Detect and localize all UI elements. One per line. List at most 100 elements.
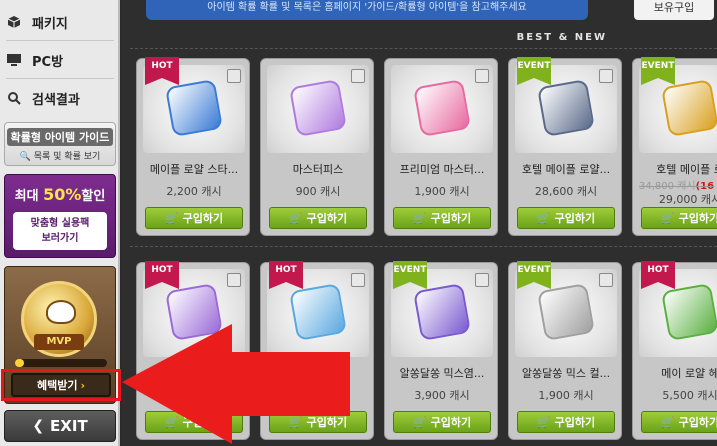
mvp-character (46, 300, 76, 324)
product-name[interactable]: 호텔 메이플 로얄... (515, 161, 617, 177)
product-card[interactable]: HOT 메이 로얄 헤 5,500 캐시 🛒 구입하기 (632, 261, 717, 440)
product-card[interactable]: EVENT 알쏭달쏭 믹스 컬... 1,900 캐시 🛒 구입하기 (508, 261, 622, 440)
box-icon (6, 14, 22, 30)
discount-headline: 최대 50%할인 (5, 185, 115, 204)
discount-percent: 50% (43, 185, 82, 204)
sidebar-item-label: 검색결과 (32, 92, 80, 108)
buy-label: 구입하기 (554, 212, 596, 225)
buy-button[interactable]: 🛒구입하기 (517, 207, 615, 229)
product-card[interactable]: EVENT 호텔 메이플 로얄... 28,600 캐시 🛒 구입하기 (508, 57, 622, 236)
select-checkbox[interactable] (475, 69, 489, 83)
cart-icon: 🛒 (536, 415, 551, 429)
sidebar-item-label: PC방 (32, 54, 64, 70)
product-name[interactable]: 메이플 로얄 스타... (143, 161, 245, 177)
guide-subtitle: 🔍 목록 및 확률 보기 (19, 152, 101, 162)
product-card[interactable]: HOT 메이플 로얄 스타... 2,200 캐시 🛒 구입하기 (136, 57, 250, 236)
product-card[interactable]: EVENT 알쏭달쏭 믹스염... 3,900 캐시 🛒 구입하기 (384, 261, 498, 440)
cash-shop-window: 패키지 PC방 검색결과 확률형 아이템 가이드 🔍 목록 및 확률 보기 최대… (0, 0, 717, 446)
product-art (413, 283, 471, 341)
cart-icon: 🛒 (164, 211, 179, 225)
product-card[interactable]: 마스터피스 900 캐시 🛒 구입하기 (260, 58, 374, 236)
select-checkbox[interactable] (351, 273, 365, 287)
product-name[interactable]: 프리미엄 마스터... (391, 161, 493, 177)
cart-icon: 🛒 (412, 211, 427, 225)
divider (130, 48, 717, 49)
discount-line-2: 보러가기 (41, 233, 79, 244)
divider (6, 40, 114, 41)
buy-button[interactable]: 🛒구입하기 (517, 411, 615, 433)
select-checkbox[interactable] (599, 273, 613, 287)
product-art (537, 79, 595, 137)
exit-button[interactable]: ❮ EXIT (4, 410, 116, 442)
notice-banner[interactable]: 아이템 확률 확률 및 목록은 홈페이지 '가이드/확률형 아이템'을 참고해주… (146, 0, 588, 20)
mvp-label: MVP (34, 334, 84, 350)
cart-icon: 🛒 (660, 415, 675, 429)
guide-title: 확률형 아이템 가이드 (6, 128, 114, 146)
buy-label: 구입하기 (430, 212, 472, 225)
select-checkbox[interactable] (227, 69, 241, 83)
product-name[interactable]: 메이 로얄 헤 (639, 365, 717, 381)
buy-label: 구입하기 (678, 212, 717, 225)
exit-label: EXIT (50, 417, 88, 435)
buy-button[interactable]: 🛒구입하기 (393, 207, 491, 229)
buy-label: 구입하기 (554, 416, 596, 429)
original-price: 34,800 캐시(16 (639, 177, 717, 192)
cart-icon: 🛒 (536, 211, 551, 225)
cart-icon: 🛒 (412, 415, 427, 429)
product-price: 3,900 캐시 (414, 389, 470, 402)
product-art (165, 79, 223, 137)
product-name[interactable]: 알쏭달쏭 믹스염... (391, 365, 493, 381)
discount-suffix: 할인 (81, 189, 106, 204)
probability-guide-banner[interactable]: 확률형 아이템 가이드 🔍 목록 및 확률 보기 (4, 122, 116, 166)
select-checkbox[interactable] (227, 273, 241, 287)
highlight-box (1, 369, 121, 401)
sidebar: 패키지 PC방 검색결과 확률형 아이템 가이드 🔍 목록 및 확률 보기 최대… (0, 0, 121, 446)
product-price: 1,900 캐시 (414, 185, 470, 198)
discount-link-box: 맞춤형 실용팩 보러가기 (13, 212, 107, 250)
select-checkbox[interactable] (351, 69, 365, 83)
product-price: 1,900 캐시 (538, 389, 594, 402)
buy-button[interactable]: 🛒구입하기 (145, 207, 243, 229)
product-name[interactable]: 알쏭달쏭 믹스 컬... (515, 365, 617, 381)
sidebar-item-label: 패키지 (32, 16, 68, 32)
product-art (413, 79, 471, 137)
buy-label: 구입하기 (678, 416, 717, 429)
discount-line-1: 맞춤형 실용팩 (30, 218, 90, 229)
sidebar-item-search-results[interactable]: 검색결과 (0, 80, 118, 116)
select-checkbox[interactable] (599, 69, 613, 83)
product-card[interactable]: EVENT호텔 메이플 로34,800 캐시(1629,000 캐시🛒구입하기 (632, 57, 717, 236)
red-arrow-icon (122, 324, 350, 444)
product-price: 5,500 캐시 (662, 389, 717, 402)
product-price: 900 캐시 (295, 185, 341, 198)
cart-icon: 🛒 (660, 211, 675, 225)
buy-button[interactable]: 🛒구입하기 (393, 411, 491, 433)
buy-label: 구입하기 (430, 416, 472, 429)
search-icon (6, 90, 22, 106)
buy-button[interactable]: 🛒구입하기 (641, 411, 717, 433)
product-art (661, 283, 717, 341)
mvp-progress-bar (15, 359, 107, 367)
buy-label: 구입하기 (306, 212, 348, 225)
mvp-badge-icon: MVP (21, 281, 97, 357)
product-art (289, 79, 347, 137)
select-checkbox[interactable] (475, 273, 489, 287)
buy-label: 구입하기 (182, 212, 224, 225)
chevron-left-icon: ❮ (32, 418, 45, 434)
monitor-icon (6, 52, 22, 68)
discount-prefix: 최대 (14, 189, 44, 204)
sidebar-item-package[interactable]: 패키지 (0, 4, 118, 40)
product-price: 2,200 캐시 (166, 185, 222, 198)
product-price: 28,600 캐시 (534, 185, 598, 198)
product-card[interactable]: 프리미엄 마스터... 1,900 캐시 🛒 구입하기 (384, 58, 498, 236)
product-name[interactable]: 마스터피스 (267, 161, 369, 177)
buy-button[interactable]: 🛒구입하기 (641, 207, 717, 229)
top-button[interactable]: 보유구입 (634, 0, 714, 20)
product-name[interactable]: 호텔 메이플 로 (639, 161, 717, 177)
product-price: 29,000 캐시 (658, 193, 717, 206)
mvp-progress-fill (15, 359, 25, 367)
guide-sub-label: 목록 및 확률 보기 (33, 152, 101, 162)
sidebar-item-pcbang[interactable]: PC방 (0, 42, 118, 78)
cart-icon: 🛒 (288, 211, 303, 225)
buy-button[interactable]: 🛒구입하기 (269, 207, 367, 229)
discount-banner[interactable]: 최대 50%할인 맞춤형 실용팩 보러가기 (4, 174, 116, 258)
